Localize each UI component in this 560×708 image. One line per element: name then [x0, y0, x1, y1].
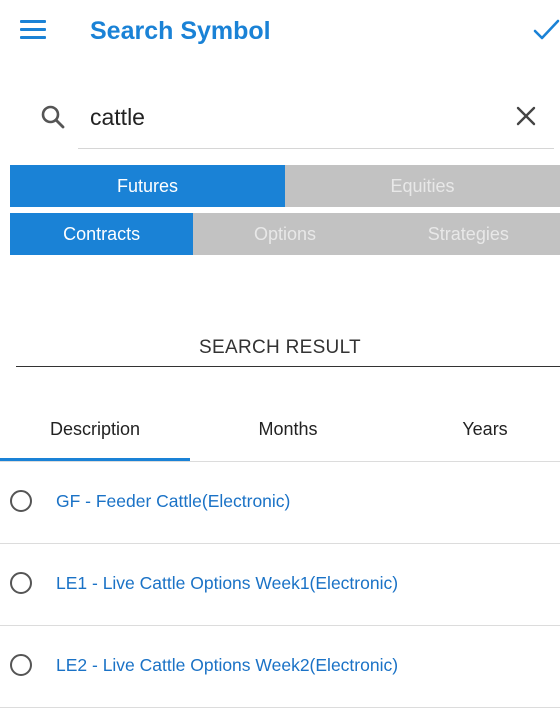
search-icon — [40, 104, 66, 130]
result-column-tabs: Description Months Years — [0, 400, 560, 462]
search-result-divider — [16, 366, 560, 367]
instrument-type-tabs: Contracts Options Strategies — [10, 213, 560, 255]
tab-description[interactable]: Description — [0, 400, 190, 461]
list-item[interactable]: LE1 - Live Cattle Options Week1(Electron… — [0, 544, 560, 626]
search-result-list: GF - Feeder Cattle(Electronic) LE1 - Liv… — [0, 462, 560, 708]
tab-strategies[interactable]: Strategies — [376, 213, 560, 255]
hamburger-menu-icon[interactable] — [20, 20, 46, 40]
tab-options[interactable]: Options — [193, 213, 377, 255]
tab-months[interactable]: Months — [190, 400, 386, 458]
check-icon[interactable] — [532, 16, 560, 44]
list-item-label: GF - Feeder Cattle(Electronic) — [56, 491, 291, 511]
page-title: Search Symbol — [90, 17, 271, 45]
list-item-label: LE1 - Live Cattle Options Week1(Electron… — [56, 573, 399, 593]
radio-button[interactable] — [10, 572, 32, 594]
asset-type-tabs: Futures Equities — [10, 165, 560, 207]
tab-equities[interactable]: Equities — [285, 165, 560, 207]
radio-button[interactable] — [10, 490, 32, 512]
tab-contracts[interactable]: Contracts — [10, 213, 194, 255]
list-item[interactable]: LE2 - Live Cattle Options Week2(Electron… — [0, 626, 560, 708]
search-bar — [0, 92, 560, 148]
top-app-bar: Search Symbol — [0, 0, 560, 62]
tab-years[interactable]: Years — [430, 400, 540, 458]
list-item[interactable]: GF - Feeder Cattle(Electronic) — [0, 462, 560, 544]
tab-futures[interactable]: Futures — [10, 165, 285, 207]
search-result-heading: SEARCH RESULT — [199, 337, 361, 358]
search-underline — [78, 148, 554, 149]
close-icon[interactable] — [514, 104, 538, 128]
search-input[interactable] — [90, 100, 490, 134]
